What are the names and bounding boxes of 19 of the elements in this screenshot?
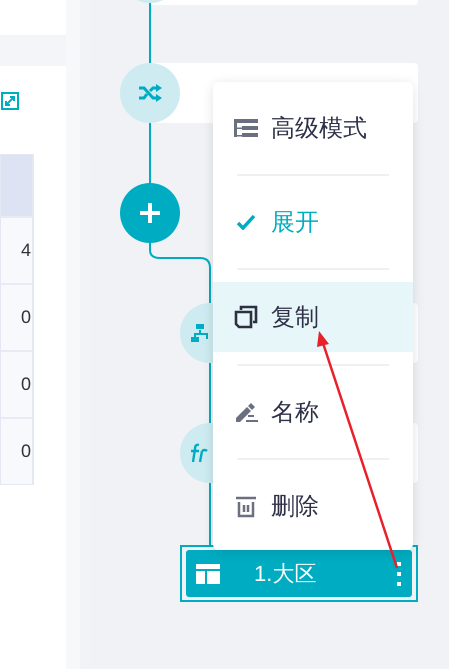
more-icon[interactable] [396,562,402,586]
menu-item[interactable]: 复制 [213,282,413,352]
table-cell: 0 [20,441,31,462]
expand-icon[interactable] [1,92,19,110]
branch-icon [189,323,209,343]
trash-icon [235,494,257,518]
table-cell: 0 [20,307,31,328]
table-icon [196,564,220,584]
formula-icon [189,443,209,463]
menu-item[interactable]: 名称 [213,388,413,436]
menu-item[interactable]: 高级模式 [213,104,413,152]
table-cell: 0 [20,374,31,395]
shuffle-icon [138,83,162,103]
pencil-icon [234,401,258,423]
table-cell: 4 [20,240,31,261]
menu-item[interactable]: 删除 [213,482,413,530]
copy-icon [234,305,258,329]
list-icon [234,118,258,138]
plus-icon [138,201,162,225]
